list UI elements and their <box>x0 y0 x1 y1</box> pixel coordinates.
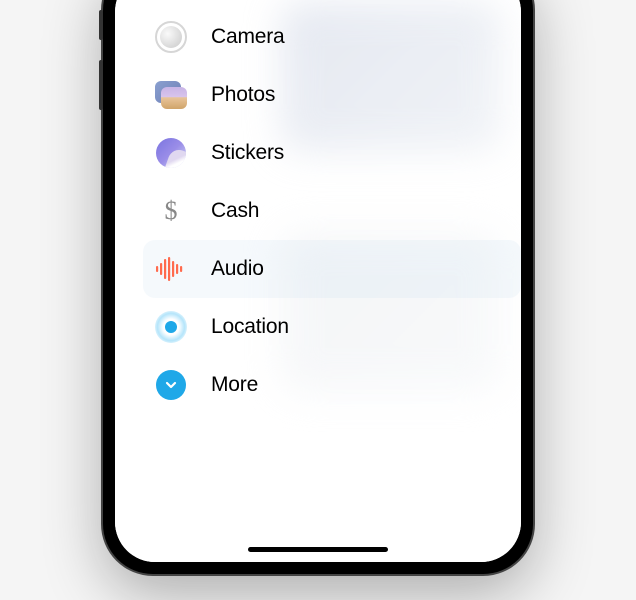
audio-icon <box>153 251 189 287</box>
phone-screen: Camera Photos Stickers <box>115 0 521 562</box>
more-icon <box>153 367 189 403</box>
menu-item-label: Camera <box>211 25 285 49</box>
menu-item-label: Audio <box>211 257 264 281</box>
menu-item-audio[interactable]: Audio <box>143 240 521 298</box>
menu-item-photos[interactable]: Photos <box>143 66 521 124</box>
location-icon <box>153 309 189 345</box>
menu-item-cash[interactable]: $ Cash <box>143 182 521 240</box>
photos-icon <box>153 77 189 113</box>
cash-icon: $ <box>153 193 189 229</box>
camera-icon <box>153 19 189 55</box>
volume-button <box>99 10 103 40</box>
menu-item-label: Cash <box>211 199 259 223</box>
attachment-menu: Camera Photos Stickers <box>115 0 521 414</box>
stickers-icon <box>153 135 189 171</box>
menu-item-label: Photos <box>211 83 275 107</box>
menu-item-label: More <box>211 373 258 397</box>
menu-item-label: Location <box>211 315 289 339</box>
home-indicator[interactable] <box>248 547 388 552</box>
phone-frame: Camera Photos Stickers <box>103 0 533 574</box>
menu-item-more[interactable]: More <box>143 356 521 414</box>
menu-item-camera[interactable]: Camera <box>143 8 521 66</box>
menu-item-location[interactable]: Location <box>143 298 521 356</box>
volume-button <box>99 60 103 110</box>
menu-item-label: Stickers <box>211 141 284 165</box>
menu-item-stickers[interactable]: Stickers <box>143 124 521 182</box>
